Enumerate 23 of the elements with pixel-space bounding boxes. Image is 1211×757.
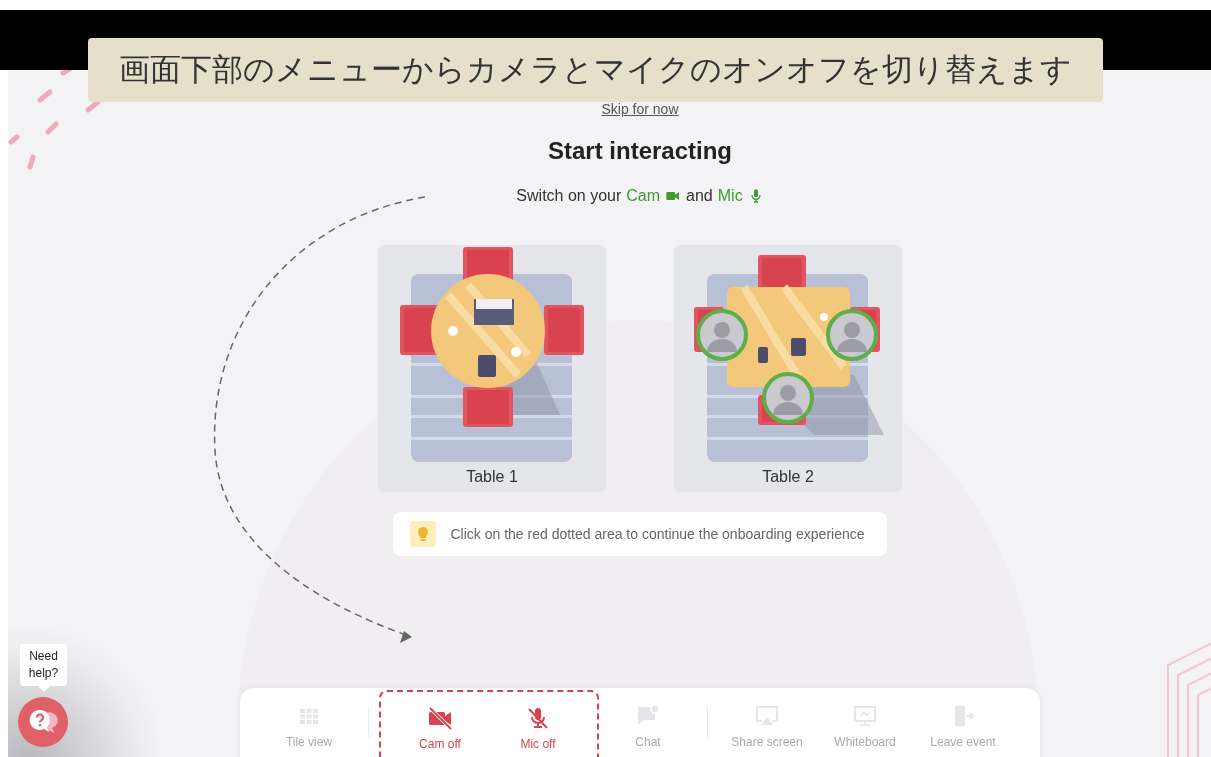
help-tooltip: Need help? [20, 644, 67, 686]
dotted-highlight-area[interactable]: Cam off Mic off [379, 690, 599, 757]
mic-icon [526, 706, 550, 730]
toolbar-button[interactable]: Cam off [391, 692, 489, 757]
lightbulb-icon [416, 526, 431, 542]
tooltip-pointer [38, 686, 50, 692]
skip-link[interactable]: Skip for now [601, 101, 679, 117]
help-chat-icon [28, 708, 58, 736]
table-label: Table 1 [466, 468, 518, 486]
heading: Start interacting [548, 137, 732, 165]
hint-text: Click on the red dotted area to continue the onboarding experience [450, 526, 865, 542]
device-name: Mic [717, 187, 743, 205]
table-label: Table 2 [762, 468, 814, 486]
caption-subtitle: 画面下部のメニューからカメラとマイクのオンオフを切り替えます [88, 38, 1103, 102]
help-button[interactable] [18, 697, 68, 747]
subtitle-text: Switch on your [516, 187, 622, 205]
chat-icon [636, 704, 660, 728]
toolbar-button[interactable]: Mic off [489, 692, 587, 757]
device-name: Cam [626, 187, 661, 205]
whiteboard-icon [853, 704, 877, 728]
share-icon [755, 704, 779, 728]
subtitle-text: and [686, 187, 713, 205]
cam-icon [428, 706, 452, 730]
